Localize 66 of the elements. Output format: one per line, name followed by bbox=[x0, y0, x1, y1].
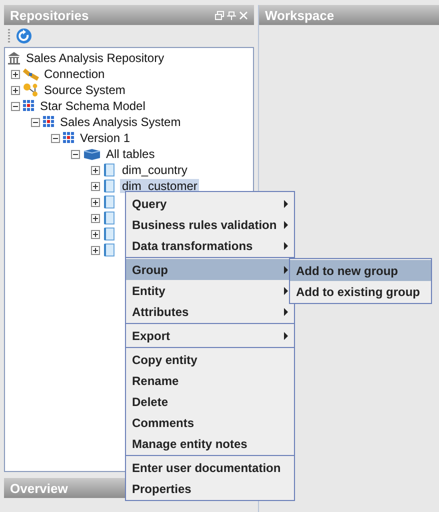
menu-label: Export bbox=[132, 328, 170, 342]
tree-item[interactable]: All tables bbox=[104, 147, 157, 161]
menu-item[interactable]: Export bbox=[126, 325, 294, 346]
menu-label: Copy entity bbox=[132, 352, 198, 366]
menu-item[interactable]: Add to existing group bbox=[290, 281, 431, 302]
expand-toggle[interactable] bbox=[91, 198, 100, 206]
tree-item[interactable]: Version 1 bbox=[78, 131, 132, 145]
refresh-icon[interactable] bbox=[16, 28, 32, 44]
menu-label: Comments bbox=[132, 416, 194, 430]
collapse-toggle[interactable] bbox=[71, 150, 80, 158]
grid-icon bbox=[63, 132, 75, 144]
menu-item[interactable]: Manage entity notes bbox=[126, 433, 294, 454]
page-icon bbox=[103, 195, 117, 209]
menu-item[interactable]: Enter user documentation bbox=[126, 457, 294, 478]
tree-item[interactable]: Source System bbox=[42, 83, 128, 97]
tree-item[interactable]: dim_country bbox=[120, 163, 190, 177]
tree-item[interactable]: Sales Analysis Repository bbox=[24, 51, 166, 65]
tree-item[interactable]: Connection bbox=[42, 67, 107, 81]
menu-label: Manage entity notes bbox=[132, 436, 248, 450]
menu-label: Attributes bbox=[132, 304, 189, 318]
menu-item[interactable]: Rename bbox=[126, 370, 294, 391]
grid-icon bbox=[43, 116, 55, 128]
plug-icon bbox=[23, 67, 39, 81]
menu-label: Properties bbox=[132, 482, 192, 496]
collapse-toggle[interactable] bbox=[11, 102, 20, 110]
panel-header: Repositories bbox=[4, 5, 254, 25]
page-icon bbox=[103, 211, 117, 225]
menu-label: Delete bbox=[132, 394, 168, 408]
grid-icon bbox=[23, 100, 35, 112]
menu-item[interactable]: Business rules validation bbox=[126, 214, 294, 235]
expand-toggle[interactable] bbox=[91, 182, 100, 190]
expand-toggle[interactable] bbox=[11, 70, 20, 78]
menu-item[interactable]: Add to new group bbox=[290, 260, 431, 281]
tree-item[interactable]: Sales Analysis System bbox=[58, 115, 183, 129]
menu-label: Data transformations bbox=[132, 238, 253, 252]
menu-item[interactable]: Data transformations bbox=[126, 235, 294, 256]
expand-toggle[interactable] bbox=[91, 230, 100, 238]
collapse-toggle[interactable] bbox=[51, 134, 60, 142]
menu-item[interactable]: Copy entity bbox=[126, 349, 294, 370]
page-icon bbox=[103, 179, 117, 193]
close-icon[interactable] bbox=[239, 10, 248, 20]
menu-item[interactable]: Comments bbox=[126, 412, 294, 433]
menu-item[interactable]: Attributes bbox=[126, 301, 294, 322]
expand-toggle[interactable] bbox=[91, 246, 100, 254]
restore-icon[interactable] bbox=[215, 10, 224, 20]
menu-label: Group bbox=[132, 262, 168, 276]
box-icon bbox=[83, 148, 101, 160]
menu-label: Business rules validation bbox=[132, 218, 277, 232]
bank-icon bbox=[7, 51, 21, 65]
page-icon bbox=[103, 163, 117, 177]
menu-label: Query bbox=[132, 196, 167, 210]
nodes-icon bbox=[23, 83, 39, 97]
menu-label: Entity bbox=[132, 284, 166, 298]
expand-toggle[interactable] bbox=[91, 214, 100, 222]
expand-toggle[interactable] bbox=[91, 166, 100, 174]
page-icon bbox=[103, 227, 117, 241]
menu-item[interactable]: Query bbox=[126, 193, 294, 214]
tree-item[interactable]: Star Schema Model bbox=[38, 99, 148, 113]
pin-icon[interactable] bbox=[227, 10, 236, 20]
menu-item[interactable]: Delete bbox=[126, 391, 294, 412]
menu-label: Enter user documentation bbox=[132, 460, 281, 474]
collapse-toggle[interactable] bbox=[31, 118, 40, 126]
panel-header: Workspace bbox=[259, 5, 439, 25]
menu-label: Rename bbox=[132, 374, 179, 388]
page-icon bbox=[103, 243, 117, 257]
expand-toggle[interactable] bbox=[11, 86, 20, 94]
